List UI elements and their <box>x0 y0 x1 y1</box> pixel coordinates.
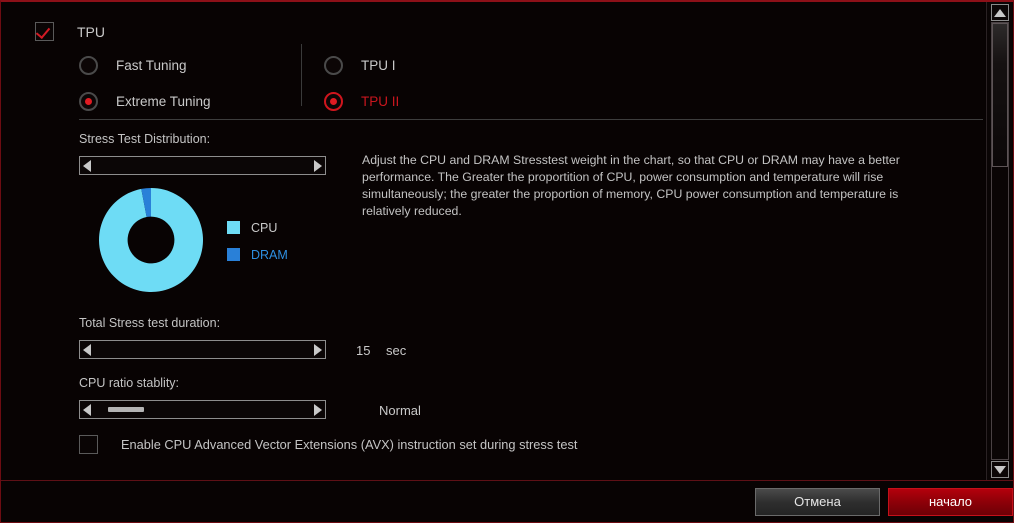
legend-swatch-cpu <box>227 221 240 234</box>
tpu-title: TPU <box>77 23 105 40</box>
tpu-level-column: TPU I TPU II <box>324 50 399 117</box>
radio-tpu-i-indicator[interactable] <box>324 56 343 75</box>
tpu-stress-test-dialog: TPU Fast Tuning Extreme Tuning TPU I TPU… <box>0 0 1014 523</box>
radio-fast-tuning-label: Fast Tuning <box>116 58 187 73</box>
cpu-ratio-slider-track[interactable] <box>95 401 310 418</box>
cpu-ratio-slider-thumb[interactable] <box>107 407 144 412</box>
donut-chart-svg <box>99 188 203 292</box>
radio-extreme-tuning-label: Extreme Tuning <box>116 94 211 109</box>
radio-extreme-tuning[interactable]: Extreme Tuning <box>79 86 211 117</box>
duration-label: Total Stress test duration: <box>79 316 221 330</box>
duration-slider[interactable] <box>79 340 326 359</box>
tuning-mode-group: Fast Tuning Extreme Tuning TPU I TPU II <box>79 50 679 114</box>
scroll-down-button[interactable] <box>991 461 1009 478</box>
radio-tpu-i[interactable]: TPU I <box>324 50 399 81</box>
radio-tpu-ii[interactable]: TPU II <box>324 86 399 117</box>
duration-unit: sec <box>386 343 407 358</box>
scrollbar-track[interactable] <box>991 22 1009 460</box>
start-button[interactable]: начало <box>888 488 1013 516</box>
stress-distribution-label: Stress Test Distribution: <box>79 132 211 146</box>
triangle-left-icon[interactable] <box>80 401 95 418</box>
stress-distribution-slider-track[interactable] <box>95 157 310 174</box>
tpu-enable-checkbox[interactable] <box>35 22 54 41</box>
radio-fast-tuning-indicator[interactable] <box>79 56 98 75</box>
radio-tpu-ii-label: TPU II <box>361 94 400 109</box>
cpu-ratio-value: Normal <box>379 403 421 418</box>
avx-checkbox[interactable] <box>79 435 98 454</box>
chart-legend: CPU DRAM <box>227 220 288 262</box>
stress-distribution-donut-chart <box>99 188 203 292</box>
stress-distribution-description: Adjust the CPU and DRAM Stresstest weigh… <box>362 153 900 218</box>
cpu-ratio-slider[interactable] <box>79 400 326 419</box>
section-divider <box>79 119 983 120</box>
duration-slider-track[interactable] <box>95 341 310 358</box>
scroll-up-button[interactable] <box>991 4 1009 21</box>
radio-tpu-ii-indicator[interactable] <box>324 92 343 111</box>
dialog-footer: Отмена начало <box>1 480 1013 522</box>
triangle-left-icon[interactable] <box>80 341 95 358</box>
radio-group-vertical-divider <box>301 44 302 106</box>
triangle-right-icon[interactable] <box>310 401 325 418</box>
tuning-type-column: Fast Tuning Extreme Tuning <box>79 50 211 117</box>
cpu-ratio-label: CPU ratio stablity: <box>79 376 180 390</box>
legend-label-dram: DRAM <box>251 247 288 262</box>
triangle-right-icon[interactable] <box>310 157 325 174</box>
stress-distribution-slider[interactable] <box>79 156 326 175</box>
vertical-scrollbar[interactable] <box>986 2 1012 481</box>
scrollbar-thumb[interactable] <box>992 23 1008 167</box>
radio-fast-tuning[interactable]: Fast Tuning <box>79 50 211 81</box>
legend-label-cpu: CPU <box>251 220 278 235</box>
avx-option-row[interactable]: Enable CPU Advanced Vector Extensions (A… <box>79 435 577 454</box>
triangle-right-icon[interactable] <box>310 341 325 358</box>
avx-label: Enable CPU Advanced Vector Extensions (A… <box>121 437 578 452</box>
legend-swatch-dram <box>227 248 240 261</box>
radio-extreme-tuning-indicator[interactable] <box>79 92 98 111</box>
legend-item-dram: DRAM <box>227 247 288 262</box>
content-scroll-pane: TPU Fast Tuning Extreme Tuning TPU I TPU… <box>1 2 985 481</box>
duration-value: 15 <box>356 343 371 358</box>
cancel-button[interactable]: Отмена <box>755 488 880 516</box>
radio-tpu-i-label: TPU I <box>361 58 396 73</box>
legend-item-cpu: CPU <box>227 220 288 235</box>
tpu-header: TPU <box>35 22 105 41</box>
triangle-left-icon[interactable] <box>80 157 95 174</box>
